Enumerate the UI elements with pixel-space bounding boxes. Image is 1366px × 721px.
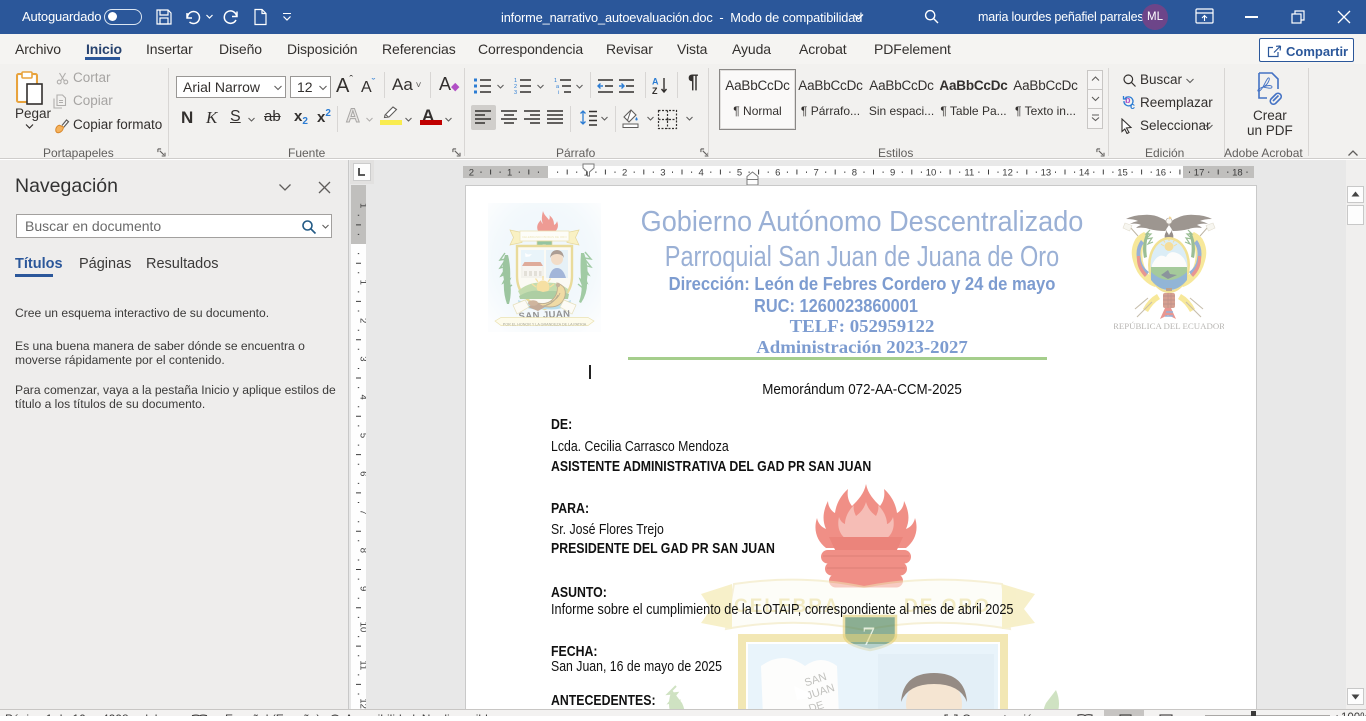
- svg-text:18: 18: [1232, 168, 1243, 179]
- svg-text:12: 12: [1002, 168, 1013, 179]
- svg-text:6: 6: [775, 168, 780, 179]
- svg-text:11: 11: [964, 168, 974, 179]
- svg-text:6: 6: [358, 471, 367, 476]
- svg-text:4: 4: [358, 395, 367, 400]
- svg-text:4: 4: [699, 168, 704, 179]
- svg-text:3: 3: [660, 168, 665, 179]
- svg-text:A: A: [652, 77, 659, 87]
- svg-text:9: 9: [358, 586, 367, 591]
- svg-text:1: 1: [507, 168, 512, 179]
- svg-text:2: 2: [358, 318, 367, 323]
- svg-text:5: 5: [737, 168, 742, 179]
- svg-text:14: 14: [1079, 168, 1090, 179]
- svg-text:10: 10: [358, 622, 367, 633]
- svg-text:7: 7: [813, 168, 818, 179]
- svg-text:15: 15: [1117, 168, 1128, 179]
- svg-text:5: 5: [358, 433, 367, 438]
- svg-text:17: 17: [1194, 168, 1205, 179]
- svg-text:i: i: [558, 90, 559, 95]
- svg-text:9: 9: [890, 168, 895, 179]
- svg-text:11: 11: [358, 660, 367, 670]
- svg-text:2: 2: [469, 168, 474, 179]
- svg-text:8: 8: [852, 168, 857, 179]
- svg-text:1: 1: [358, 280, 367, 285]
- svg-text:Z: Z: [652, 86, 658, 96]
- svg-text:3: 3: [358, 356, 367, 361]
- svg-text:1: 1: [358, 203, 367, 208]
- svg-text:13: 13: [1041, 168, 1052, 179]
- svg-text:2: 2: [622, 168, 627, 179]
- svg-text:8: 8: [358, 548, 367, 553]
- svg-text:3: 3: [514, 90, 517, 95]
- svg-text:12: 12: [358, 698, 367, 709]
- svg-text:10: 10: [926, 168, 937, 179]
- svg-text:7: 7: [358, 509, 367, 514]
- svg-text:16: 16: [1156, 168, 1167, 179]
